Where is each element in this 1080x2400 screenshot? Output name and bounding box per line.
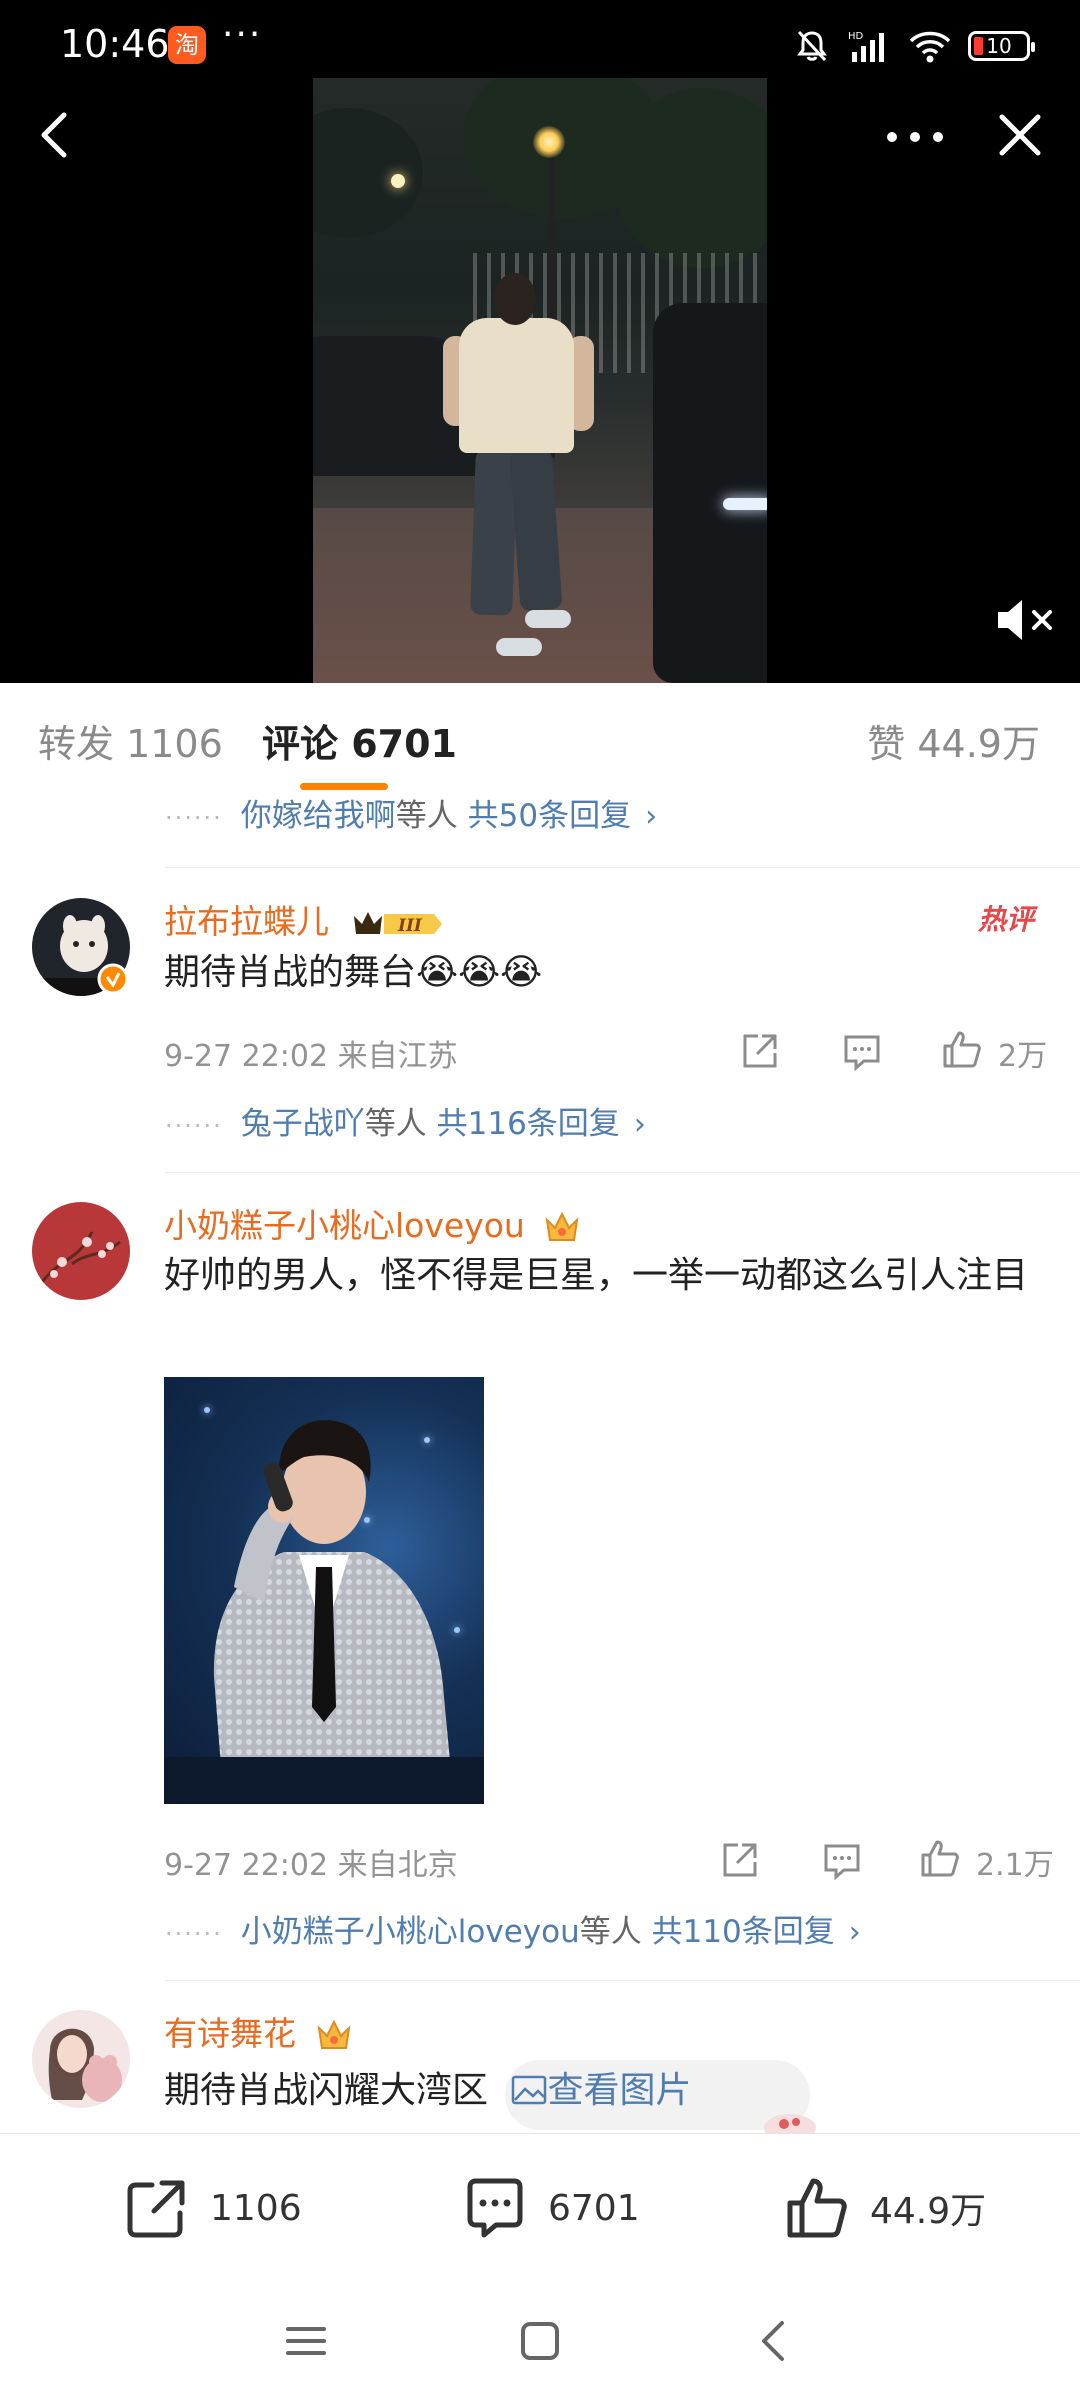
reply-dots: ······	[165, 1111, 223, 1140]
wifi-icon	[909, 31, 951, 63]
reply-thread-link[interactable]: ······ 兔子战吖等人 共116条回复 ›	[165, 1098, 646, 1143]
comment-time: 9-27 22:02	[164, 1039, 329, 1074]
comment-location: 来自北京	[337, 1848, 458, 1883]
vip-badge-level: III	[397, 916, 423, 936]
like-total: 44.9万	[870, 2191, 987, 2232]
like-button[interactable]: 44.9万	[782, 2168, 986, 2248]
reply-suffix: 等人	[579, 1914, 642, 1950]
image-icon	[512, 2075, 547, 2105]
reply-suffix: 等人	[395, 798, 458, 834]
like-icon[interactable]	[940, 1027, 984, 1071]
tab-repost[interactable]: 转发 1106	[38, 713, 223, 768]
comment-text-body: 期待肖战闪耀大湾区	[164, 2070, 489, 2111]
crown-badge-icon	[545, 1211, 579, 1241]
divider	[165, 867, 1080, 868]
battery-icon: 10	[968, 31, 1035, 61]
reply-count: 共50条回复	[467, 798, 632, 834]
view-image-label: 查看图片	[547, 2070, 692, 2111]
reply-users: 小奶糕子小桃心loveyou	[240, 1914, 580, 1950]
home-icon[interactable]	[510, 2311, 570, 2371]
username-text: 拉布拉蝶儿	[164, 902, 329, 941]
tab-comment[interactable]: 评论 6701	[262, 713, 457, 768]
like-count: 2万	[998, 1039, 1048, 1074]
comment-button[interactable]: 6701	[460, 2168, 640, 2248]
crown-badge-icon	[317, 2019, 350, 2049]
reply-thread-link[interactable]: ······ 小奶糕子小桃心loveyou等人 共110条回复 ›	[165, 1906, 861, 1951]
reply-suffix: 等人	[364, 1106, 427, 1142]
vip-crown-badge: III	[353, 911, 442, 936]
avatar[interactable]	[32, 2010, 130, 2108]
username-text: 有诗舞花	[164, 2014, 296, 2053]
comment-text: 好帅的男人，怪不得是巨星，一举一动都这么引人注目	[164, 1255, 1029, 1296]
comment-meta: 9-27 22:02 来自北京	[164, 1840, 458, 1884]
more-icon[interactable]	[880, 112, 950, 162]
hot-comment-badge: 热评	[978, 903, 1035, 936]
more-notifications-icon: ···	[222, 14, 263, 55]
reply-count: 共110条回复	[651, 1914, 835, 1950]
comment-username[interactable]: 小奶糕子小桃心loveyou	[164, 1199, 581, 1247]
status-time: 10:46	[60, 22, 170, 66]
active-tab-indicator	[300, 783, 388, 790]
comment-list[interactable]: ······ 你嫁给我啊等人 共50条回复 › 拉布拉蝶儿 III 热评 期待肖战的…	[0, 798, 1080, 2133]
comment-location: 来自江苏	[337, 1039, 458, 1074]
verified-badge-icon	[97, 963, 129, 995]
chevron-right-icon: ›	[848, 1915, 861, 1950]
reply-users: 你嫁给我啊	[240, 798, 396, 834]
status-bar: 10:46 淘 ··· HD 10	[0, 0, 1080, 90]
comment-time: 9-27 22:02	[164, 1848, 329, 1883]
hd-signal-icon: HD	[848, 31, 884, 62]
reply-users: 兔子战吖	[240, 1106, 365, 1142]
comment-username[interactable]: 拉布拉蝶儿 III	[164, 895, 444, 943]
menu-icon[interactable]	[276, 2311, 336, 2371]
video-player[interactable]: 10:46 淘 ··· HD 10	[0, 0, 1080, 683]
comment-text: 期待肖战闪耀大湾区 查看图片	[164, 2063, 1044, 2119]
repost-count: 1106	[210, 2187, 302, 2229]
view-image-link[interactable]: 查看图片	[511, 2070, 691, 2111]
repost-button[interactable]: 1106	[122, 2168, 302, 2248]
comment-bubble-icon	[467, 2178, 523, 2238]
system-navigation-bar	[0, 2283, 1080, 2400]
bottom-action-bar: 1106 6701 44.9万	[0, 2133, 1080, 2284]
comment-icon[interactable]	[820, 1838, 864, 1882]
back-icon[interactable]	[30, 105, 80, 165]
tab-bar: 转发 1106 评论 6701 赞 44.9万	[0, 683, 1080, 799]
comment-meta: 9-27 22:02 来自江苏	[164, 1031, 458, 1075]
thumbs-up-icon	[787, 2178, 847, 2238]
mute-volume-icon[interactable]	[990, 590, 1060, 650]
comment-count: 6701	[548, 2187, 640, 2229]
close-icon[interactable]	[990, 105, 1050, 165]
video-frame[interactable]	[313, 78, 767, 683]
share-icon[interactable]	[718, 1838, 762, 1882]
like-icon[interactable]	[918, 1836, 962, 1880]
reply-thread-link[interactable]: ······ 你嫁给我啊等人 共50条回复 ›	[165, 798, 657, 835]
reply-count: 共116条回复	[436, 1106, 620, 1142]
like-count: 2.1万	[976, 1848, 1054, 1883]
taobao-icon: 淘	[168, 26, 206, 64]
share-icon[interactable]	[738, 1029, 782, 1073]
reply-dots: ······	[165, 1919, 223, 1948]
username-text: 小奶糕子小桃心loveyou	[164, 1206, 525, 1245]
comment-username[interactable]: 有诗舞花	[164, 2007, 353, 2055]
chevron-right-icon: ›	[645, 799, 658, 834]
sticker-icon	[764, 2114, 816, 2133]
back-nav-icon[interactable]	[744, 2311, 804, 2371]
divider	[165, 1172, 1080, 1173]
comment-text: 期待肖战的舞台😭😭😭	[164, 952, 543, 993]
reply-dots: ······	[165, 803, 223, 832]
comment-icon[interactable]	[840, 1029, 884, 1073]
svg-text:HD: HD	[848, 31, 864, 42]
divider	[165, 1980, 1080, 1981]
tab-like[interactable]: 赞 44.9万	[867, 713, 1040, 768]
mute-notification-icon	[797, 30, 827, 62]
comment-image[interactable]	[164, 1377, 484, 1804]
chevron-right-icon: ›	[633, 1107, 646, 1142]
repost-icon	[127, 2180, 185, 2238]
avatar[interactable]	[32, 1202, 130, 1300]
